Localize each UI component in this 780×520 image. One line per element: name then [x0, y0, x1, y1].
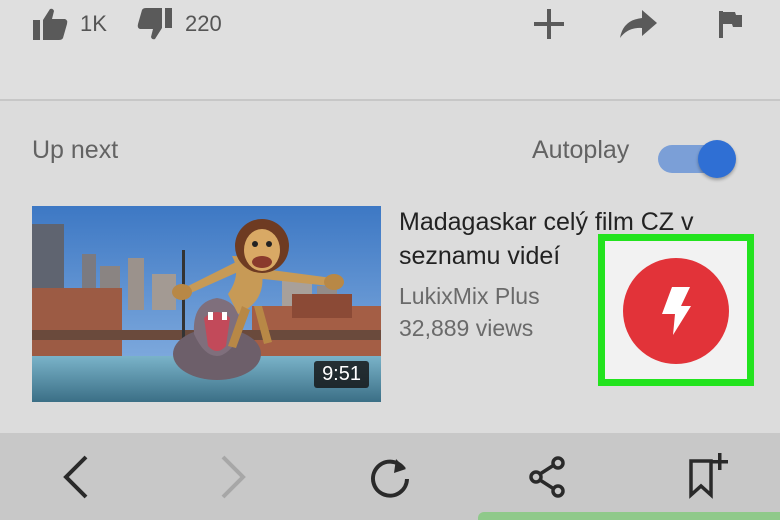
autoplay-label: Autoplay — [532, 136, 630, 164]
like-button[interactable]: 1K — [32, 6, 107, 42]
plus-icon — [534, 9, 564, 39]
channel-name: LukixMix Plus — [399, 283, 540, 309]
share-video-button[interactable] — [618, 4, 658, 44]
dislike-count: 220 — [185, 11, 222, 36]
reload-button[interactable] — [368, 455, 412, 499]
share-button[interactable] — [525, 455, 569, 499]
dislike-button[interactable]: 220 — [137, 6, 222, 42]
flag-icon — [719, 11, 742, 38]
thumbs-down-icon — [137, 8, 172, 40]
share-icon — [529, 456, 565, 498]
video-thumbnail[interactable]: 9:51 — [32, 206, 381, 402]
share-arrow-icon — [620, 10, 657, 38]
add-to-playlist-button[interactable] — [529, 4, 569, 44]
report-button[interactable] — [710, 4, 750, 44]
forward-arrow-icon — [221, 455, 246, 499]
forward-button[interactable] — [211, 455, 255, 499]
like-count: 1K — [80, 11, 107, 36]
add-bookmark-button[interactable] — [684, 451, 732, 499]
reload-icon — [371, 459, 409, 498]
back-button[interactable] — [54, 455, 98, 499]
lightning-icon — [662, 287, 691, 335]
browser-toolbar — [0, 433, 780, 520]
autoplay-toggle[interactable] — [658, 140, 738, 178]
flash-button[interactable] — [623, 258, 729, 364]
view-count: 32,889 views — [399, 315, 534, 341]
back-arrow-icon — [63, 455, 88, 499]
video-duration: 9:51 — [314, 361, 369, 388]
thumbs-up-icon — [33, 8, 68, 40]
highlight-box — [598, 234, 754, 386]
toggle-knob — [698, 140, 736, 178]
bookmark-add-icon — [689, 453, 728, 499]
watermark-tab — [478, 512, 780, 520]
video-actions-bar: 1K 220 — [0, 0, 780, 100]
up-next-label: Up next — [32, 136, 119, 164]
